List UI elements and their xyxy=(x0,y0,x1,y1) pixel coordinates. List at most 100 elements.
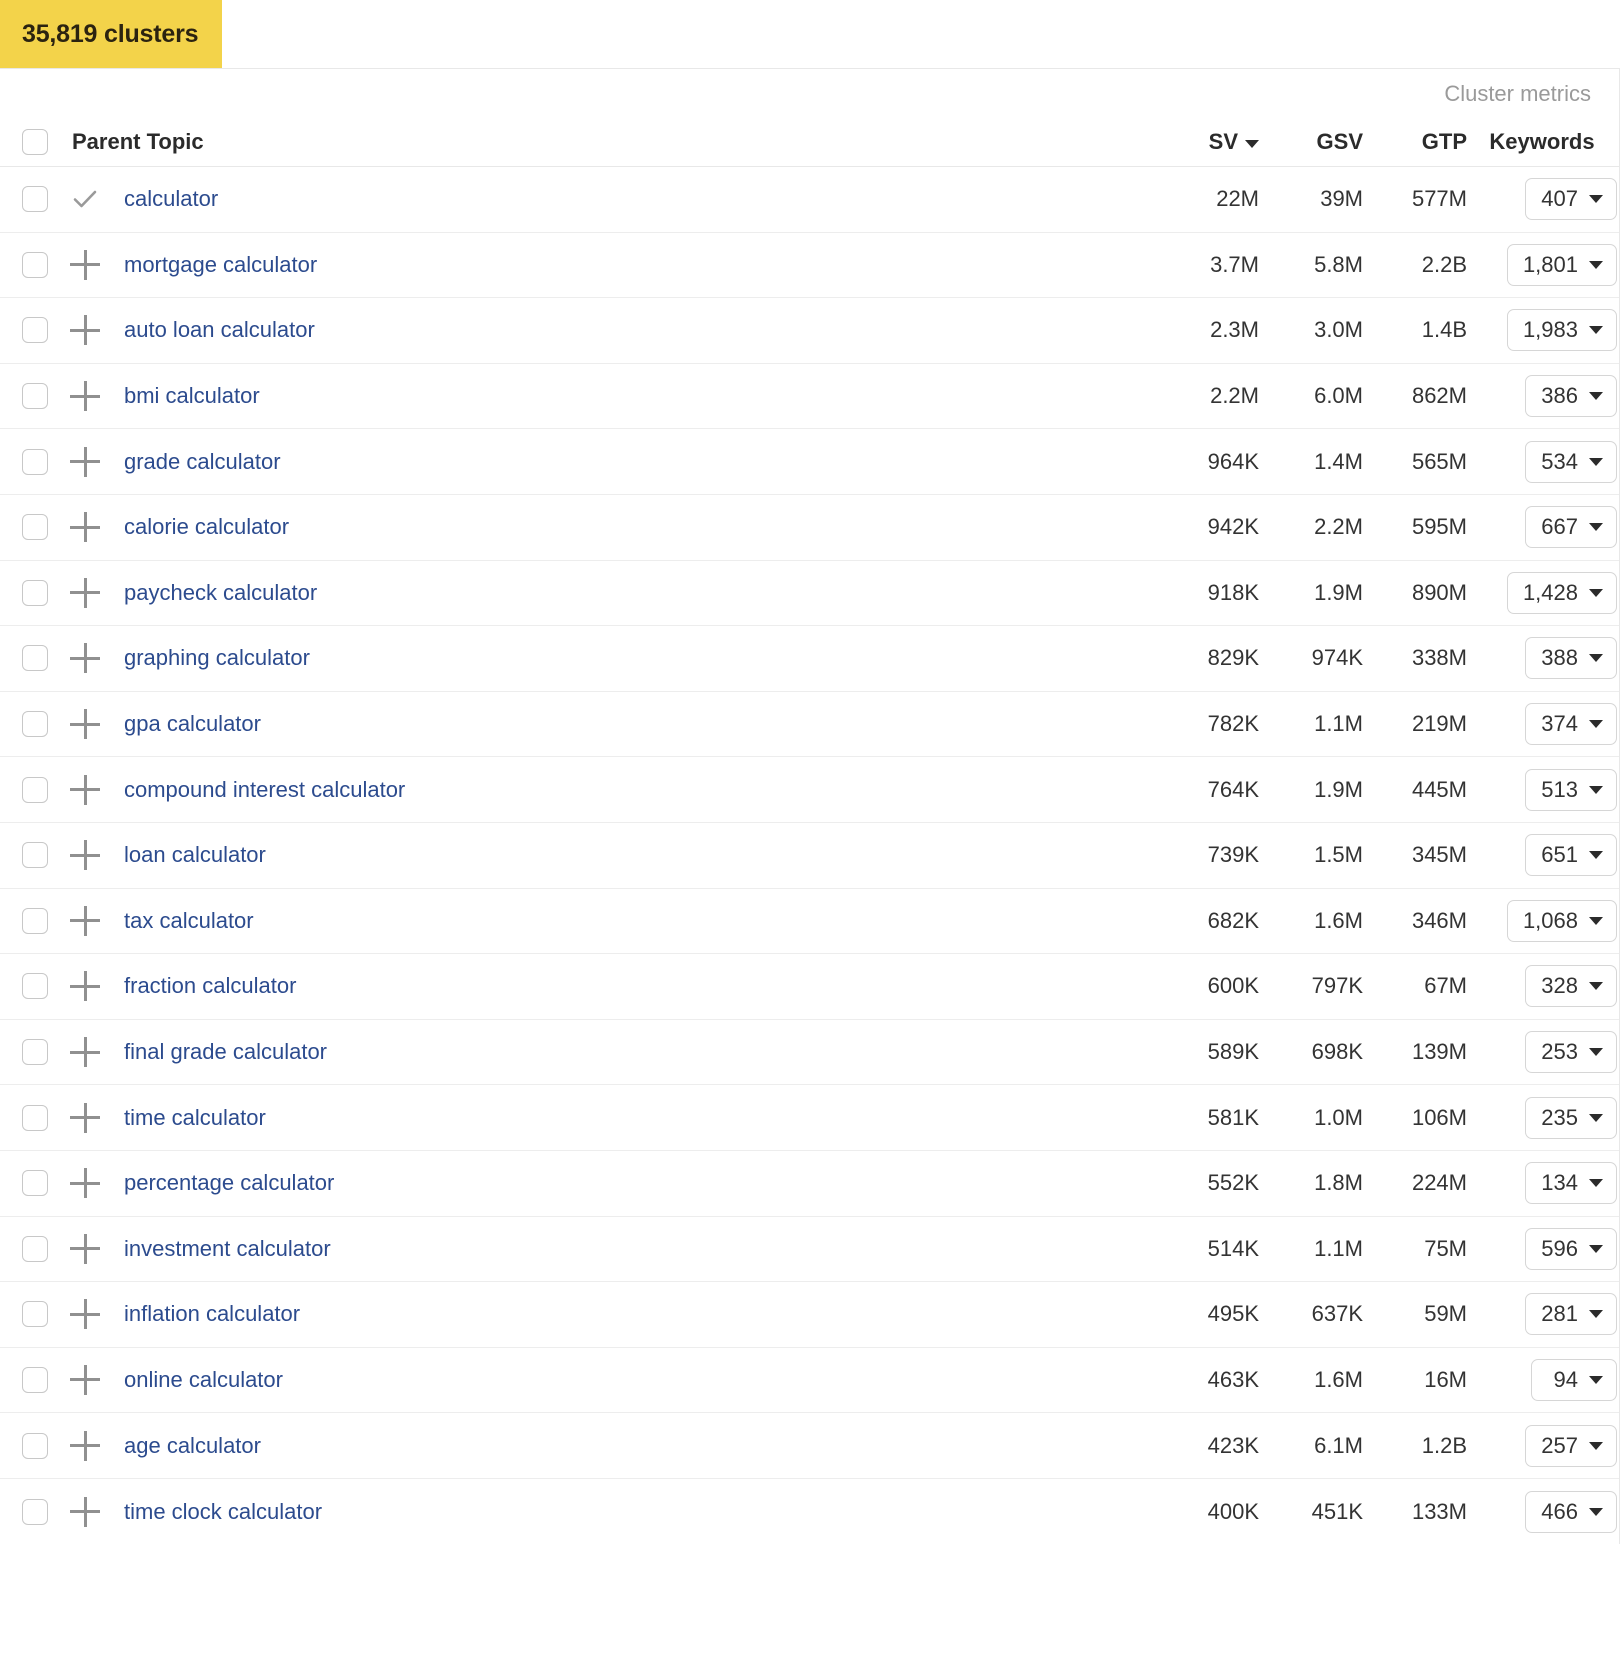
table-row[interactable]: auto loan calculator2.3M3.0M1.4B1,983 xyxy=(0,298,1619,364)
keywords-dropdown-button[interactable]: 388 xyxy=(1525,637,1617,679)
table-row[interactable]: fraction calculator600K797K67M328 xyxy=(0,954,1619,1020)
row-checkbox[interactable] xyxy=(22,1170,48,1196)
expand-plus-icon[interactable] xyxy=(70,906,100,936)
table-row[interactable]: bmi calculator2.2M6.0M862M386 xyxy=(0,364,1619,430)
header-sv[interactable]: SV xyxy=(1155,129,1259,155)
expand-plus-icon[interactable] xyxy=(70,1497,100,1527)
row-checkbox[interactable] xyxy=(22,580,48,606)
row-checkbox[interactable] xyxy=(22,1433,48,1459)
parent-topic-link[interactable]: investment calculator xyxy=(124,1236,331,1262)
expand-plus-icon[interactable] xyxy=(70,643,100,673)
keywords-dropdown-button[interactable]: 1,801 xyxy=(1507,244,1617,286)
table-row[interactable]: gpa calculator782K1.1M219M374 xyxy=(0,692,1619,758)
row-checkbox[interactable] xyxy=(22,1236,48,1262)
parent-topic-link[interactable]: mortgage calculator xyxy=(124,252,317,278)
expand-plus-icon[interactable] xyxy=(70,775,100,805)
expand-plus-icon[interactable] xyxy=(70,1103,100,1133)
expand-plus-icon[interactable] xyxy=(70,971,100,1001)
row-checkbox[interactable] xyxy=(22,1105,48,1131)
table-row[interactable]: inflation calculator495K637K59M281 xyxy=(0,1282,1619,1348)
select-all-checkbox[interactable] xyxy=(22,129,48,155)
keywords-dropdown-button[interactable]: 407 xyxy=(1525,178,1617,220)
header-gtp[interactable]: GTP xyxy=(1363,129,1467,155)
table-row[interactable]: time clock calculator400K451K133M466 xyxy=(0,1479,1619,1545)
keywords-dropdown-button[interactable]: 667 xyxy=(1525,506,1617,548)
row-checkbox[interactable] xyxy=(22,1039,48,1065)
table-row[interactable]: loan calculator739K1.5M345M651 xyxy=(0,823,1619,889)
parent-topic-link[interactable]: inflation calculator xyxy=(124,1301,300,1327)
table-row[interactable]: age calculator423K6.1M1.2B257 xyxy=(0,1413,1619,1479)
header-parent-topic[interactable]: Parent Topic xyxy=(72,129,204,155)
keywords-dropdown-button[interactable]: 1,428 xyxy=(1507,572,1617,614)
keywords-dropdown-button[interactable]: 253 xyxy=(1525,1031,1617,1073)
keywords-dropdown-button[interactable]: 235 xyxy=(1525,1097,1617,1139)
table-row[interactable]: time calculator581K1.0M106M235 xyxy=(0,1085,1619,1151)
keywords-dropdown-button[interactable]: 466 xyxy=(1525,1491,1617,1533)
keywords-dropdown-button[interactable]: 94 xyxy=(1531,1359,1617,1401)
expand-plus-icon[interactable] xyxy=(70,381,100,411)
expand-plus-icon[interactable] xyxy=(70,840,100,870)
table-row[interactable]: mortgage calculator3.7M5.8M2.2B1,801 xyxy=(0,233,1619,299)
keywords-dropdown-button[interactable]: 257 xyxy=(1525,1425,1617,1467)
row-checkbox[interactable] xyxy=(22,383,48,409)
parent-topic-link[interactable]: age calculator xyxy=(124,1433,261,1459)
row-checkbox[interactable] xyxy=(22,1301,48,1327)
parent-topic-link[interactable]: calorie calculator xyxy=(124,514,289,540)
parent-topic-link[interactable]: paycheck calculator xyxy=(124,580,317,606)
keywords-dropdown-button[interactable]: 134 xyxy=(1525,1162,1617,1204)
row-checkbox[interactable] xyxy=(22,1499,48,1525)
parent-topic-link[interactable]: final grade calculator xyxy=(124,1039,327,1065)
parent-topic-link[interactable]: compound interest calculator xyxy=(124,777,405,803)
table-row[interactable]: calculator22M39M577M407 xyxy=(0,167,1619,233)
parent-topic-link[interactable]: online calculator xyxy=(124,1367,283,1393)
expand-plus-icon[interactable] xyxy=(70,512,100,542)
table-row[interactable]: calorie calculator942K2.2M595M667 xyxy=(0,495,1619,561)
table-row[interactable]: final grade calculator589K698K139M253 xyxy=(0,1020,1619,1086)
keywords-dropdown-button[interactable]: 513 xyxy=(1525,769,1617,811)
parent-topic-link[interactable]: time clock calculator xyxy=(124,1499,322,1525)
parent-topic-link[interactable]: grade calculator xyxy=(124,449,281,475)
expand-plus-icon[interactable] xyxy=(70,315,100,345)
parent-topic-link[interactable]: calculator xyxy=(124,186,218,212)
row-checkbox[interactable] xyxy=(22,252,48,278)
expand-plus-icon[interactable] xyxy=(70,578,100,608)
row-checkbox[interactable] xyxy=(22,777,48,803)
row-checkbox[interactable] xyxy=(22,711,48,737)
row-checkbox[interactable] xyxy=(22,317,48,343)
keywords-dropdown-button[interactable]: 534 xyxy=(1525,441,1617,483)
parent-topic-link[interactable]: gpa calculator xyxy=(124,711,261,737)
row-checkbox[interactable] xyxy=(22,186,48,212)
keywords-dropdown-button[interactable]: 1,068 xyxy=(1507,900,1617,942)
parent-topic-link[interactable]: tax calculator xyxy=(124,908,254,934)
table-row[interactable]: grade calculator964K1.4M565M534 xyxy=(0,429,1619,495)
keywords-dropdown-button[interactable]: 281 xyxy=(1525,1293,1617,1335)
keywords-dropdown-button[interactable]: 386 xyxy=(1525,375,1617,417)
table-row[interactable]: tax calculator682K1.6M346M1,068 xyxy=(0,889,1619,955)
table-row[interactable]: investment calculator514K1.1M75M596 xyxy=(0,1217,1619,1283)
table-row[interactable]: graphing calculator829K974K338M388 xyxy=(0,626,1619,692)
check-icon[interactable] xyxy=(70,184,100,214)
keywords-dropdown-button[interactable]: 596 xyxy=(1525,1228,1617,1270)
row-checkbox[interactable] xyxy=(22,973,48,999)
keywords-dropdown-button[interactable]: 374 xyxy=(1525,703,1617,745)
expand-plus-icon[interactable] xyxy=(70,447,100,477)
header-keywords[interactable]: Keywords xyxy=(1467,129,1619,155)
parent-topic-link[interactable]: time calculator xyxy=(124,1105,266,1131)
table-row[interactable]: percentage calculator552K1.8M224M134 xyxy=(0,1151,1619,1217)
row-checkbox[interactable] xyxy=(22,645,48,671)
row-checkbox[interactable] xyxy=(22,1367,48,1393)
header-gsv[interactable]: GSV xyxy=(1259,129,1363,155)
keywords-dropdown-button[interactable]: 1,983 xyxy=(1507,309,1617,351)
parent-topic-link[interactable]: graphing calculator xyxy=(124,645,310,671)
expand-plus-icon[interactable] xyxy=(70,1299,100,1329)
expand-plus-icon[interactable] xyxy=(70,1431,100,1461)
expand-plus-icon[interactable] xyxy=(70,250,100,280)
row-checkbox[interactable] xyxy=(22,842,48,868)
expand-plus-icon[interactable] xyxy=(70,1234,100,1264)
keywords-dropdown-button[interactable]: 651 xyxy=(1525,834,1617,876)
parent-topic-link[interactable]: percentage calculator xyxy=(124,1170,334,1196)
parent-topic-link[interactable]: auto loan calculator xyxy=(124,317,315,343)
table-row[interactable]: online calculator463K1.6M16M94 xyxy=(0,1348,1619,1414)
expand-plus-icon[interactable] xyxy=(70,709,100,739)
expand-plus-icon[interactable] xyxy=(70,1037,100,1067)
